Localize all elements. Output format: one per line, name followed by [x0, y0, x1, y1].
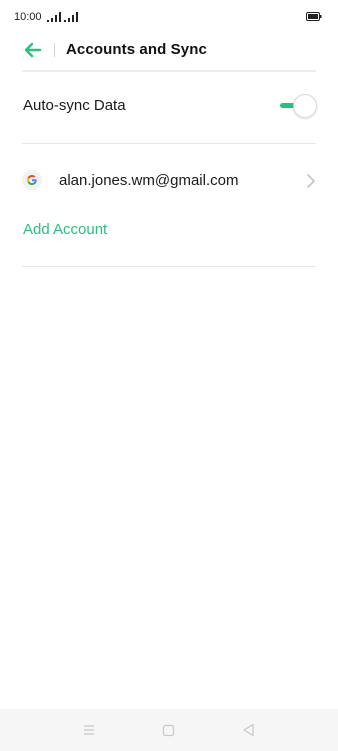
signal-icon	[47, 12, 61, 22]
divider	[22, 143, 316, 144]
arrow-left-icon	[24, 42, 42, 58]
header-divider	[22, 70, 316, 72]
chevron-right-icon	[307, 174, 315, 188]
status-time: 10:00	[14, 11, 42, 23]
back-triangle-icon[interactable]	[242, 723, 255, 737]
toggle-knob	[293, 94, 317, 118]
google-icon	[22, 170, 42, 190]
back-button[interactable]	[20, 39, 46, 61]
signal-icon	[64, 12, 78, 22]
auto-sync-toggle[interactable]	[279, 94, 317, 118]
page-title: Accounts and Sync	[66, 41, 207, 58]
menu-icon[interactable]	[82, 724, 96, 736]
navigation-bar	[0, 709, 338, 751]
account-email: alan.jones.wm@gmail.com	[59, 172, 239, 189]
auto-sync-label: Auto-sync Data	[23, 97, 126, 114]
battery-icon	[306, 12, 322, 21]
account-row[interactable]: alan.jones.wm@gmail.com	[0, 164, 338, 198]
add-account-button[interactable]: Add Account	[23, 220, 107, 240]
divider	[22, 266, 316, 267]
status-bar: 10:00	[0, 0, 338, 34]
home-square-icon[interactable]	[162, 724, 175, 737]
accounts-and-sync-screen: 10:00 Accounts and Sync Auto-sync Data a…	[0, 0, 338, 751]
title-bar: Accounts and Sync	[0, 34, 338, 66]
title-divider	[54, 43, 55, 57]
auto-sync-row[interactable]: Auto-sync Data	[0, 88, 338, 124]
